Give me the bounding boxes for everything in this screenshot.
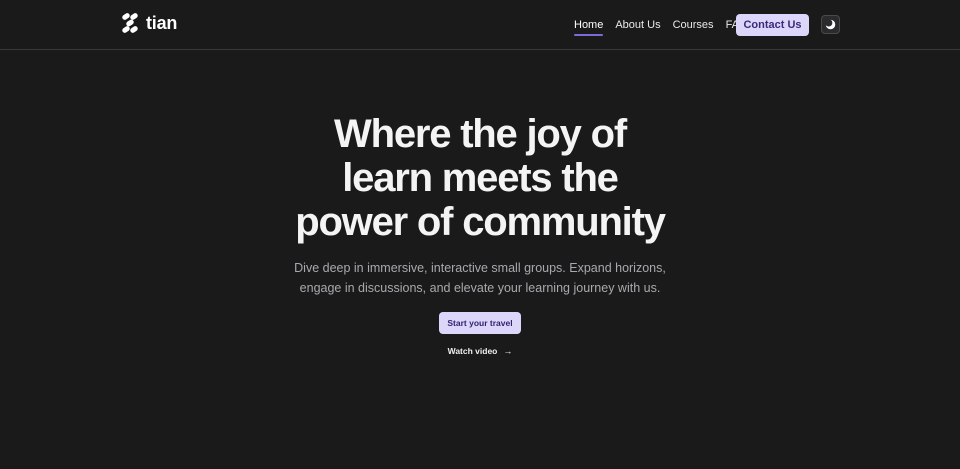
hero-section: Where the joy of learn meets the power o…	[0, 112, 960, 356]
watch-video-link[interactable]: Watch video →	[448, 346, 513, 356]
theme-toggle-button[interactable]	[821, 15, 840, 34]
nav-link-about-us[interactable]: About Us	[615, 14, 660, 36]
logo-icon	[122, 13, 138, 33]
landing-page: tian Home About Us Courses FAQ Contact U…	[0, 0, 960, 469]
watch-video-row: Watch video →	[0, 346, 960, 356]
watch-video-label: Watch video	[447, 346, 498, 356]
hero-title-line-2: learn meets the	[342, 156, 619, 200]
hero-title: Where the joy of learn meets the power o…	[260, 112, 700, 244]
nav-link-courses[interactable]: Courses	[673, 14, 714, 36]
logo-link[interactable]: tian	[120, 12, 177, 34]
contact-us-button[interactable]: Contact Us	[736, 14, 809, 36]
hero-subtitle: Dive deep in immersive, interactive smal…	[294, 261, 666, 295]
moon-icon	[825, 19, 836, 30]
logo-text: tian	[146, 12, 178, 33]
start-your-travel-button[interactable]: Start your travel	[439, 312, 521, 334]
arrow-right-icon: →	[503, 345, 513, 356]
hero-title-line-3: power of community	[295, 200, 666, 244]
nav-link-home[interactable]: Home	[574, 14, 604, 36]
main-nav: Home About Us Courses FAQ	[574, 14, 760, 36]
site-header: tian Home About Us Courses FAQ Contact U…	[0, 0, 960, 50]
hero-title-line-1: Where the joy of	[334, 112, 627, 156]
